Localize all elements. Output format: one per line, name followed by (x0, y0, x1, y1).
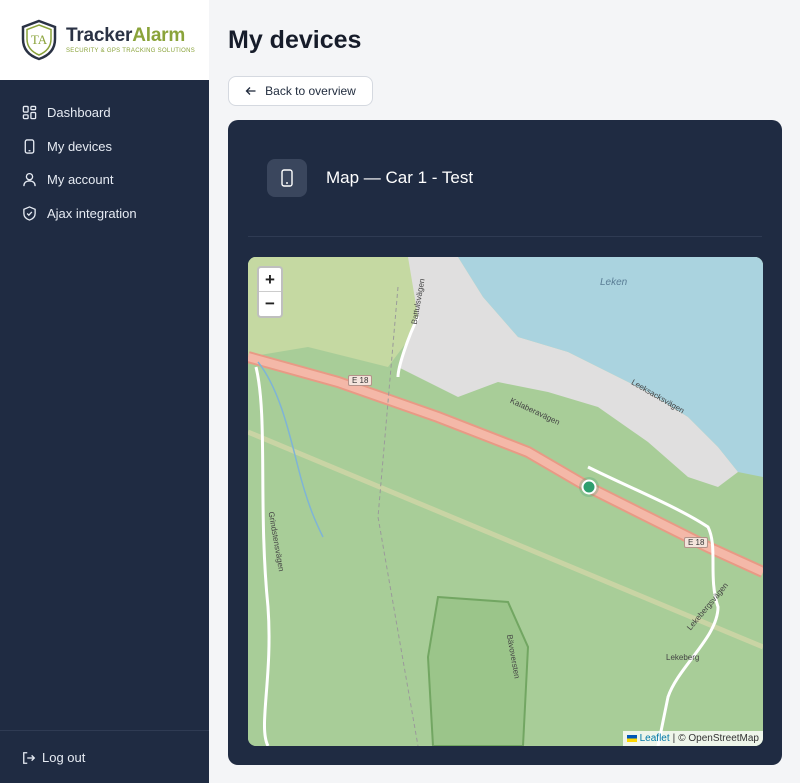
map-attribution: Leaflet | © OpenStreetMap (622, 731, 763, 746)
sidebar-nav: Dashboard My devices My account Ajax int… (0, 96, 209, 230)
zoom-in-button[interactable]: + (259, 268, 281, 292)
svg-text:TA: TA (31, 32, 48, 47)
osm-attribution: © OpenStreetMap (678, 733, 759, 744)
sidebar-item-label: My account (47, 172, 114, 188)
zoom-control: + − (257, 266, 283, 318)
phone-icon (281, 169, 293, 187)
sidebar-item-dashboard[interactable]: Dashboard (0, 96, 209, 130)
dashboard-icon (22, 106, 37, 120)
back-to-overview-button[interactable]: Back to overview (228, 76, 373, 106)
map-label-lake: Leken (600, 277, 628, 288)
shield-logo-icon: TA (21, 19, 57, 61)
logout-button[interactable]: Log out (22, 750, 85, 765)
map-tiles (248, 257, 763, 746)
phone-icon (24, 139, 35, 154)
map-place-label: Lekeberg (666, 653, 700, 662)
device-location-marker[interactable] (581, 479, 597, 495)
sidebar-item-label: Dashboard (47, 105, 111, 121)
arrow-left-icon (245, 87, 256, 95)
sidebar-divider (0, 730, 209, 731)
sidebar-item-label: Ajax integration (47, 205, 137, 221)
brand-name: TrackerAlarm (66, 25, 186, 46)
zoom-out-button[interactable]: − (259, 292, 281, 316)
leaflet-link[interactable]: Leaflet (640, 733, 670, 744)
user-icon (23, 173, 36, 187)
sidebar-item-label: My devices (47, 138, 113, 154)
sidebar-item-ajax-integration[interactable]: Ajax integration (0, 197, 209, 231)
device-icon-box (267, 159, 307, 197)
sidebar-item-my-account[interactable]: My account (0, 163, 209, 197)
card-divider (248, 236, 762, 237)
map-road-badge: E 18 (684, 537, 709, 548)
logo[interactable]: TA TrackerAlarm SECURITY & GPS TRACKING … (0, 0, 209, 80)
sidebar: TA TrackerAlarm SECURITY & GPS TRACKING … (0, 0, 209, 783)
brand-tagline: SECURITY & GPS TRACKING SOLUTIONS (66, 48, 196, 54)
page-title: My devices (228, 26, 362, 54)
map[interactable]: Leken E 18 E 18 Battulsvägen Kalaberaväg… (248, 257, 763, 746)
card-title: Map — Car 1 - Test (326, 168, 474, 187)
sidebar-item-my-devices[interactable]: My devices (0, 130, 209, 164)
logout-icon (23, 751, 36, 764)
map-road-badge: E 18 (348, 375, 373, 386)
ukraine-flag-icon (626, 735, 637, 742)
shield-check-icon (23, 205, 36, 221)
